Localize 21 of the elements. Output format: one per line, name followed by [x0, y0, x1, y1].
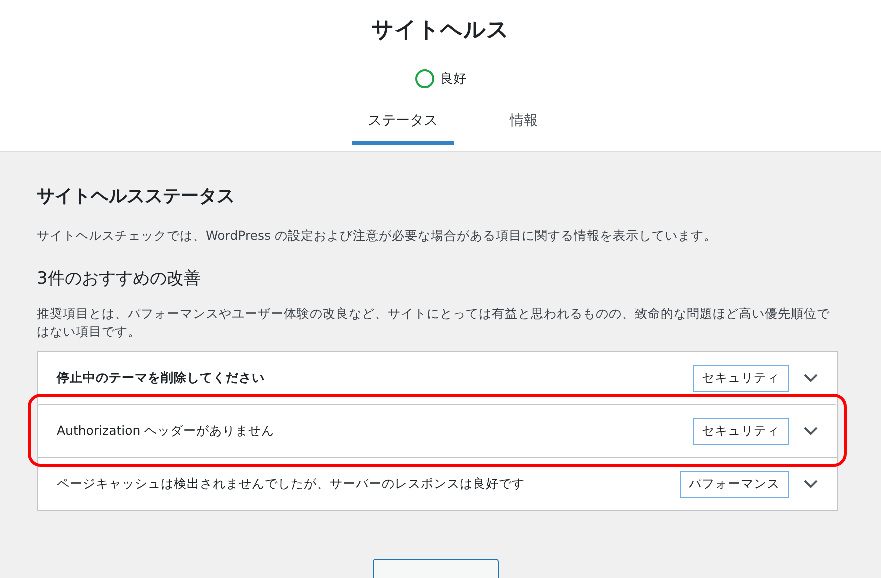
chevron-icon [803, 373, 819, 383]
description-text: サイトヘルスチェックでは、WordPress の設定および注意が必要な場合がある項目に関する情報を表示しています。 [37, 227, 718, 245]
subsection-heading: 3件のおすすめの改善 [37, 268, 202, 291]
category-tag: パフォーマンス [680, 470, 789, 498]
category-tag: セキュリティ [693, 418, 789, 444]
issue-label: 停止中のテーマを削除してください [57, 370, 266, 386]
issue-label: Authorization ヘッダーがありません [57, 422, 276, 440]
section-heading: サイトヘルスステータス [37, 185, 236, 209]
description-text: 推奨項目とは、パフォーマンスやユーザー体験の改良など、サイトにとっては有益と思われるものの、致命的な問題ほど高い優先順位ではない項目です。 [37, 305, 831, 341]
accordion-row[interactable]: 停止中のテーマを削除してください セキュリティ [38, 352, 837, 404]
chevron-icon [803, 426, 819, 436]
chevron-icon [803, 479, 819, 489]
accordion-row[interactable]: ページキャッシュは検出されませんでしたが、サーバーのレスポンスは良好です パフォーマンス [38, 457, 837, 510]
tab[interactable]: ステータス [352, 103, 454, 145]
status-circle-icon [414, 69, 434, 89]
category-tag: セキュリティ [693, 364, 789, 392]
status-label: 良好 [440, 71, 466, 88]
tab[interactable]: 情報 [494, 103, 554, 145]
page-title: サイトヘルス [372, 17, 510, 45]
accordion-row[interactable]: Authorization ヘッダーがありません セキュリティ [38, 404, 837, 457]
issue-label: ページキャッシュは検出されませんでしたが、サーバーのレスポンスは良好です [57, 476, 526, 492]
